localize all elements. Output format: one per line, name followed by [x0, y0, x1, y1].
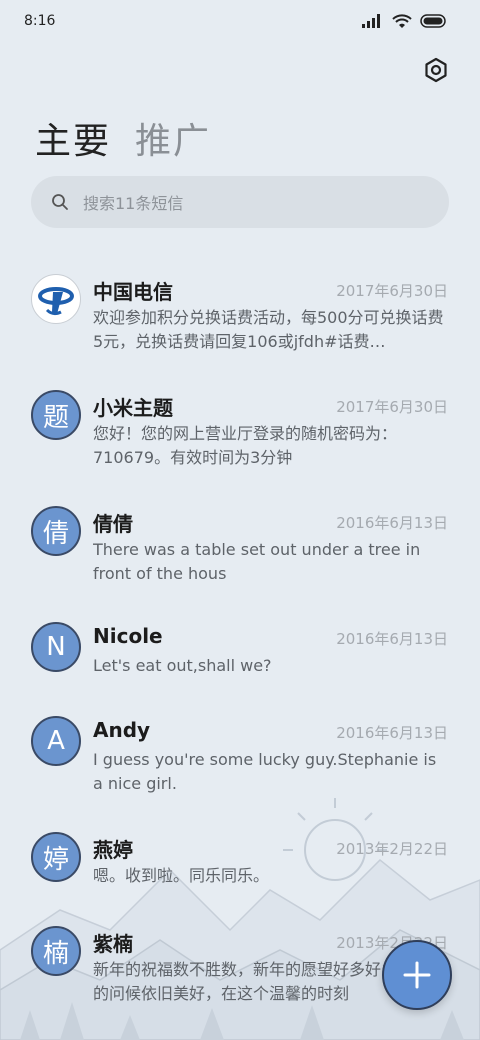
status-time: 8:16 — [24, 13, 56, 29]
compose-button[interactable] — [382, 940, 452, 1010]
avatar: 婷 — [31, 832, 81, 882]
conversation-item[interactable]: 倩 倩倩 2016年6月13日 There was a table set ou… — [0, 498, 480, 598]
plus-icon — [403, 961, 431, 989]
conversation-item[interactable]: A Andy 2016年6月13日 I guess you're some lu… — [0, 708, 480, 808]
tab-promotions[interactable]: 推广 — [135, 112, 211, 164]
conversation-item[interactable]: 婷 燕婷 2013年2月22日 嗯。收到啦。同乐同乐。 — [0, 824, 480, 924]
search-icon — [52, 194, 68, 210]
conversation-date: 2017年6月30日 — [336, 398, 448, 416]
conversation-date: 2013年2月22日 — [336, 840, 448, 858]
conversation-date: 2016年6月13日 — [336, 724, 448, 742]
conversation-name: 燕婷 — [93, 838, 133, 862]
settings-icon — [425, 57, 447, 83]
conversation-preview: 您好！您的网上营业厅登录的随机密码为：710679。有效时间为3分钟 — [93, 424, 398, 467]
conversation-name: 紫楠 — [93, 932, 133, 956]
search-placeholder: 搜索11条短信 — [83, 194, 184, 213]
conversation-date: 2017年6月30日 — [336, 282, 448, 300]
conversation-preview: I guess you're some lucky guy.Stephanie … — [93, 750, 437, 793]
tab-primary[interactable]: 主要 — [35, 112, 111, 164]
status-bar: 8:16 — [0, 0, 480, 42]
search-input[interactable]: 搜索11条短信 — [31, 176, 449, 228]
conversation-item[interactable]: N Nicole 2016年6月13日 Let's eat out,shall … — [0, 614, 480, 714]
china-telecom-logo-icon — [38, 287, 74, 316]
conversation-preview: Let's eat out,shall we? — [93, 656, 272, 675]
avatar: 楠 — [31, 926, 81, 976]
wifi-icon — [392, 13, 412, 28]
conversation-preview: 欢迎参加积分兑换话费活动，每500分可兑换话费5元，兑换话费请回复106或jfd… — [93, 308, 444, 351]
signal-icon — [362, 14, 380, 28]
conversation-name: 倩倩 — [93, 512, 133, 536]
conversation-name: 小米主题 — [93, 396, 173, 420]
avatar: 题 — [31, 390, 81, 440]
avatar: N — [31, 622, 81, 672]
conversation-preview: There was a table set out under a tree i… — [93, 540, 421, 583]
conversation-name: 中国电信 — [93, 280, 173, 304]
status-icons — [362, 13, 448, 29]
avatar: 倩 — [31, 506, 81, 556]
avatar: A — [31, 716, 81, 766]
settings-button[interactable] — [420, 54, 452, 86]
conversation-item[interactable]: 中国电信 2017年6月30日 欢迎参加积分兑换话费活动，每500分可兑换话费5… — [0, 266, 480, 366]
conversation-preview: 嗯。收到啦。同乐同乐。 — [93, 866, 270, 885]
conversation-name: Andy — [93, 718, 151, 742]
conversation-name: Nicole — [93, 624, 163, 648]
conversation-date: 2016年6月13日 — [336, 630, 448, 648]
conversation-item[interactable]: 题 小米主题 2017年6月30日 您好！您的网上营业厅登录的随机密码为：710… — [0, 382, 480, 482]
conversation-date: 2016年6月13日 — [336, 514, 448, 532]
telecom-logo-avatar — [31, 274, 81, 324]
battery-icon — [420, 14, 446, 28]
tab-bar: 主要 推广 — [35, 112, 211, 164]
